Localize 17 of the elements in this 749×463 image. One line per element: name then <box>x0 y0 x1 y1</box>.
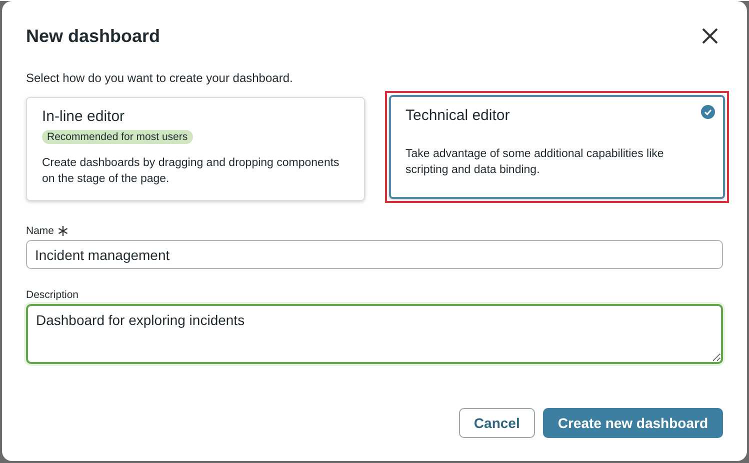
close-icon <box>701 27 719 45</box>
option-title: In-line editor <box>42 108 126 125</box>
option-card[interactable]: Technical editor Take advantage of some additional capabilities like scripting and data binding. <box>388 95 725 199</box>
field-label: Description <box>26 289 79 301</box>
instruction-text: Select how do you want to create your dashboard. <box>26 71 294 85</box>
field-label: Name <box>26 225 54 237</box>
option-description: Take advantage of some additional capabilities like scripting and data binding. <box>406 147 665 178</box>
name-field[interactable]: Incident management <box>26 240 723 269</box>
checkmark-icon <box>701 105 715 119</box>
recommended-badge: Recommended for most users <box>42 130 193 144</box>
cancel-button[interactable]: Cancel <box>458 408 535 438</box>
option-card[interactable]: In-line editor Recommended for most users Create dashboards by dragging and dropping components on the stage of the page. <box>26 97 364 201</box>
create-button[interactable]: Create new dashboard <box>542 408 723 438</box>
description-field[interactable]: Dashboard for exploring incidents <box>26 304 723 364</box>
dialog-title: New dashboard <box>26 26 160 46</box>
option-title: Technical editor <box>406 107 511 124</box>
option-description: Create dashboards by dragging and dropping components on the stage of the page. <box>42 156 340 187</box>
